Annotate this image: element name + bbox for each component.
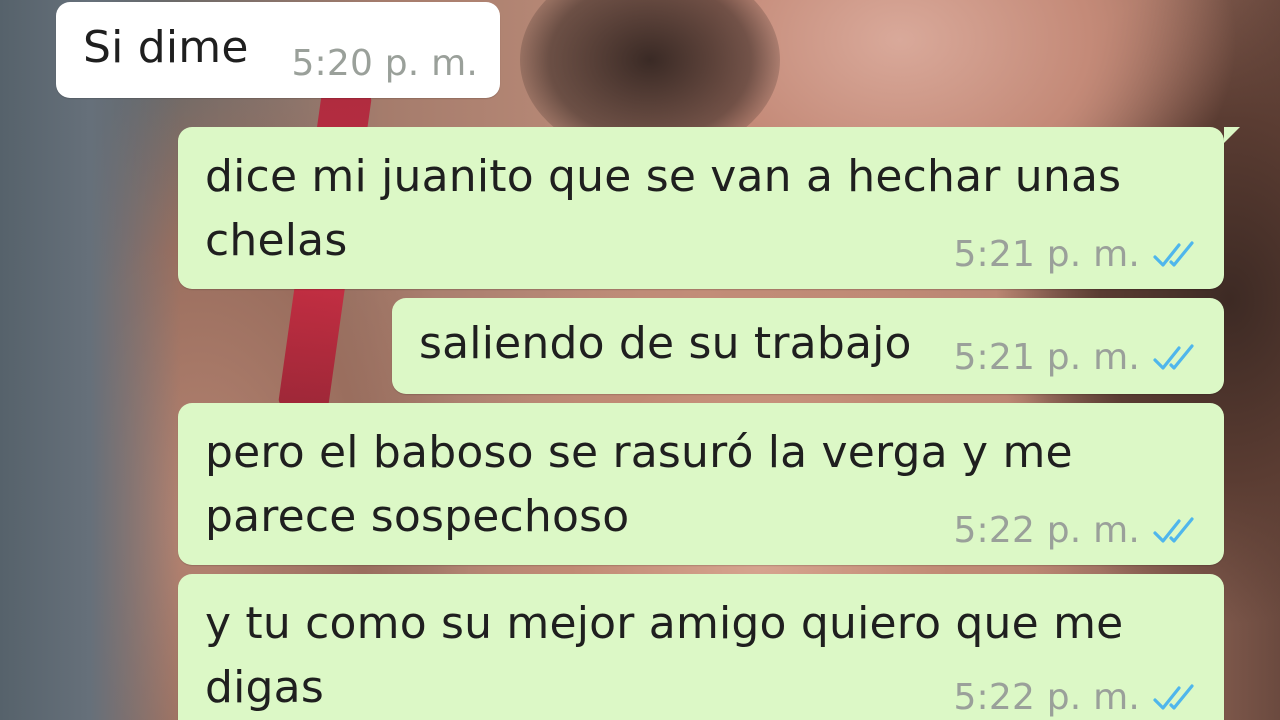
double-check-icon [1153, 241, 1194, 267]
message-meta: 5:21 p. m. [953, 235, 1202, 275]
double-check-icon [1153, 684, 1194, 710]
double-check-icon [1153, 517, 1194, 543]
message-time: 5:22 p. m. [953, 510, 1140, 551]
message-time: 5:22 p. m. [953, 677, 1140, 718]
message-bubble-outgoing[interactable]: pero el baboso se rasuró la verga y me p… [178, 403, 1224, 565]
message-bubble-outgoing[interactable]: y tu como su mejor amigo quiero que me d… [178, 574, 1224, 720]
message-bubble-outgoing[interactable]: dice mi juanito que se van a hechar unas… [178, 127, 1240, 289]
message-text: pero el baboso se rasuró la verga y me p… [205, 427, 1073, 542]
double-check-icon [1153, 344, 1194, 370]
background-wall [0, 0, 180, 720]
message-meta: 5:22 p. m. [953, 678, 1202, 718]
message-text: Si dime [83, 22, 249, 73]
message-text: saliendo de su trabajo [419, 318, 912, 369]
message-meta: 5:22 p. m. [953, 511, 1202, 551]
message-time: 5:21 p. m. [953, 337, 1140, 378]
message-meta: 5:20 p. m. [291, 44, 478, 84]
message-time: 5:20 p. m. [291, 43, 478, 84]
message-time: 5:21 p. m. [953, 234, 1140, 275]
message-meta: 5:21 p. m. [953, 338, 1202, 378]
message-bubble-incoming[interactable]: Si dime 5:20 p. m. [56, 2, 500, 98]
message-bubble-outgoing[interactable]: saliendo de su trabajo 5:21 p. m. [392, 298, 1224, 394]
